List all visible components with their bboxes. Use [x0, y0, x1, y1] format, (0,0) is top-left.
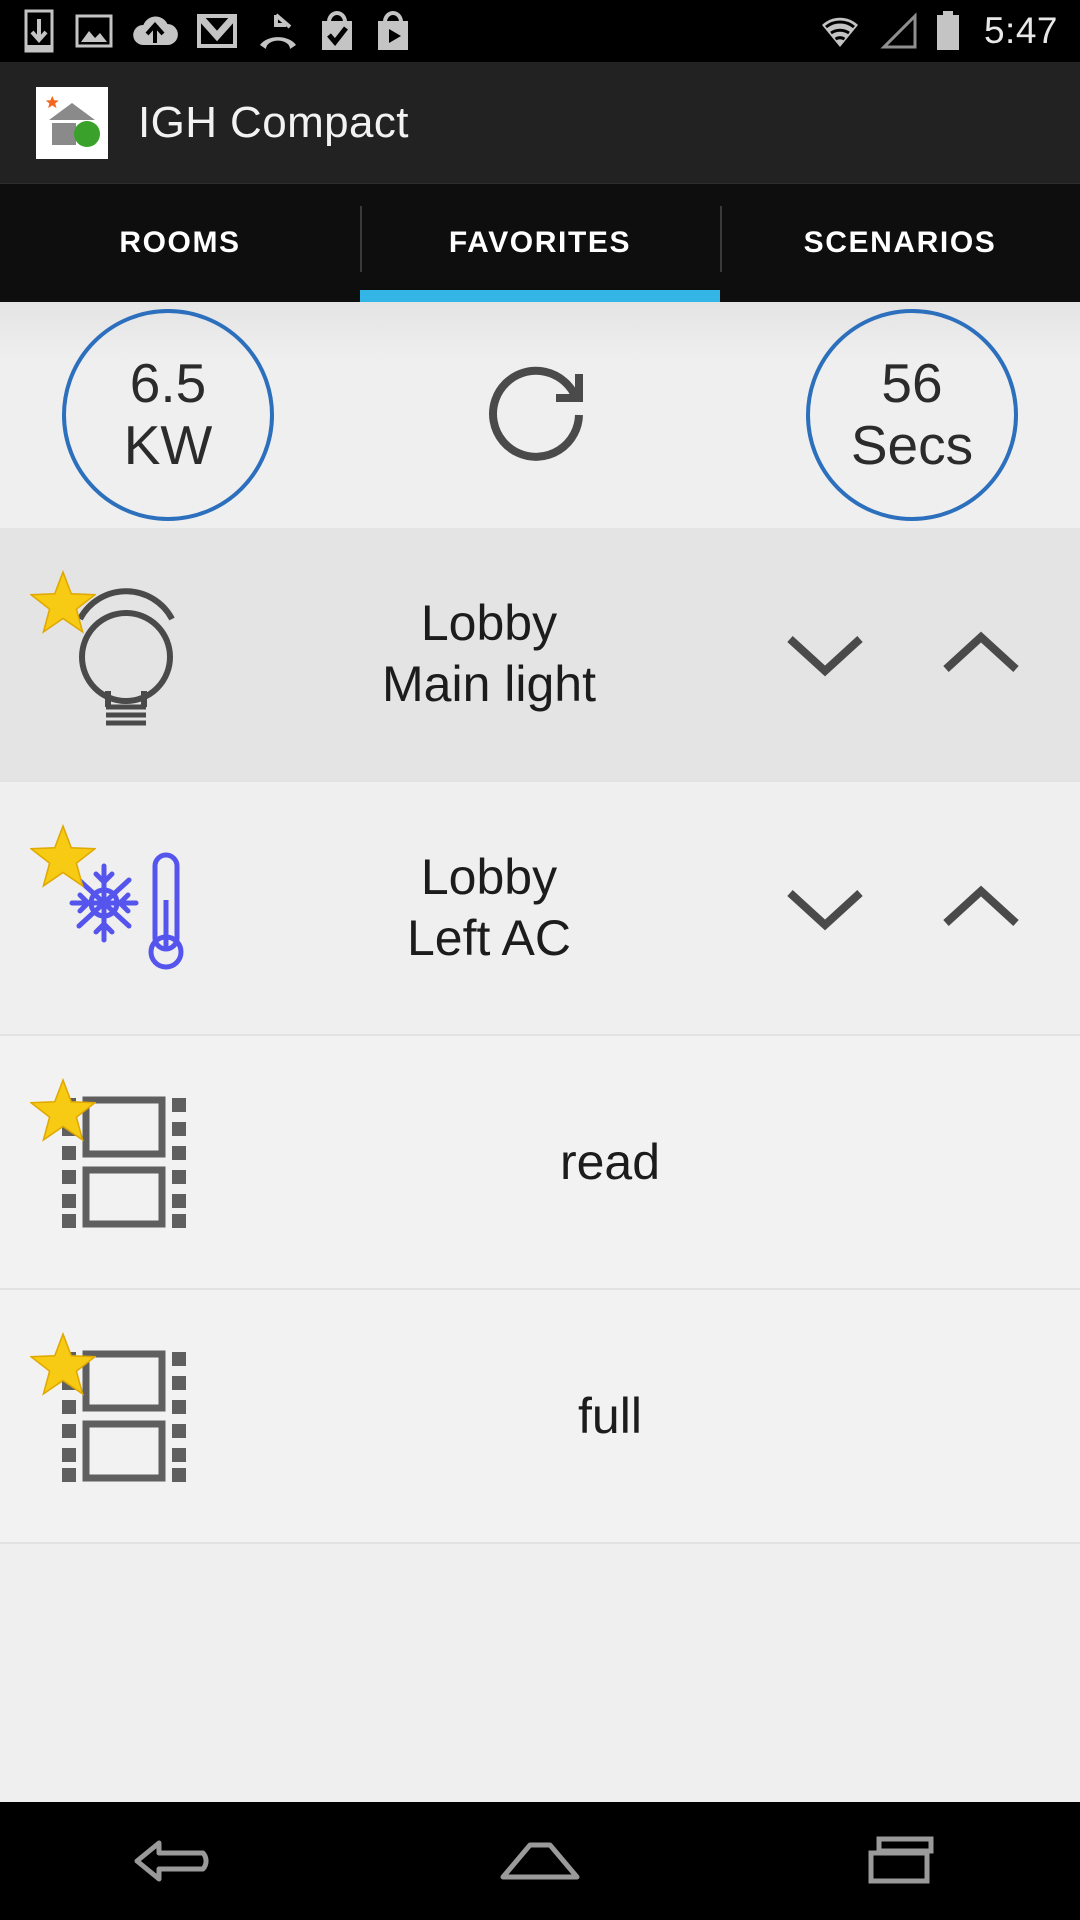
screenshot-image-icon — [75, 14, 113, 48]
energy-summary-panel: 6.5 KW 56 Secs — [0, 302, 1080, 528]
back-button[interactable] — [105, 1811, 255, 1911]
list-item-label-line1: full — [578, 1387, 642, 1444]
list-item-label: read — [226, 1132, 1024, 1193]
list-item-label: Lobby Main light — [226, 593, 782, 715]
tab-scenarios-label: SCENARIOS — [803, 226, 997, 259]
tab-favorites-label: FAVORITES — [448, 226, 632, 259]
home-button[interactable] — [465, 1811, 615, 1911]
temp-down-button[interactable] — [782, 877, 868, 939]
list-item[interactable]: Lobby Main light — [0, 528, 1080, 782]
chevron-up-icon — [943, 631, 1019, 672]
chevron-down-icon — [787, 890, 863, 931]
tab-favorites[interactable]: FAVORITES — [360, 184, 720, 302]
tab-bar: ROOMS FAVORITES SCENARIOS — [0, 184, 1080, 302]
phone-screen: 5:47 IGH Compact ROOMS FAVORITES SCENARI… — [0, 0, 1080, 1920]
dim-down-button[interactable] — [782, 623, 868, 685]
power-gauge[interactable]: 6.5 KW — [62, 309, 274, 521]
status-bar-system-icons: 5:47 — [816, 9, 1058, 53]
countdown-unit: Secs — [850, 414, 974, 476]
list-item-controls — [782, 877, 1054, 939]
page-title: IGH Compact — [138, 97, 409, 147]
status-bar: 5:47 — [0, 0, 1080, 62]
home-icon — [500, 1842, 580, 1880]
play-store-play-icon — [378, 11, 408, 50]
download-icon — [24, 9, 54, 53]
row-icon-area — [26, 1290, 226, 1542]
row-icon-area — [26, 1036, 226, 1288]
status-bar-clock: 5:47 — [983, 10, 1058, 51]
recents-icon — [868, 1836, 934, 1884]
favorite-star-icon[interactable] — [30, 1078, 96, 1144]
gmail-icon — [197, 14, 237, 48]
list-item-label: Lobby Left AC — [226, 847, 782, 969]
list-item[interactable]: Lobby Left AC — [0, 782, 1080, 1036]
row-icon-area — [26, 528, 226, 780]
action-bar: IGH Compact — [0, 62, 1080, 184]
countdown-value: 56 — [881, 352, 943, 415]
tab-rooms[interactable]: ROOMS — [0, 184, 360, 302]
temp-up-button[interactable] — [938, 877, 1024, 939]
status-bar-notification-icons — [22, 9, 412, 53]
recents-button[interactable] — [825, 1811, 975, 1911]
dim-up-button[interactable] — [938, 623, 1024, 685]
chevron-down-icon — [787, 636, 863, 677]
tab-rooms-label: ROOMS — [119, 226, 241, 259]
favorite-star-icon[interactable] — [30, 1332, 96, 1398]
favorite-star-icon[interactable] — [30, 824, 96, 890]
list-item-label-line1: Lobby — [420, 595, 558, 651]
power-value: 6.5 — [129, 352, 207, 415]
refresh-button[interactable] — [465, 340, 615, 490]
tab-scenarios-indicator — [720, 290, 1080, 302]
power-unit: KW — [123, 414, 213, 476]
battery-icon — [936, 11, 959, 50]
cloud-upload-icon — [133, 16, 178, 45]
list-item-label: full — [226, 1386, 1024, 1447]
tab-rooms-indicator — [0, 290, 360, 302]
list-item-label-line1: Lobby — [420, 849, 558, 905]
list-item[interactable]: read — [0, 1036, 1080, 1290]
tab-scenarios[interactable]: SCENARIOS — [720, 184, 1080, 302]
cellular-signal-icon — [880, 12, 917, 49]
back-arrow-icon — [134, 1840, 209, 1882]
list-item-label-line2: Left AC — [407, 910, 571, 966]
favorites-list[interactable]: Lobby Main light Lobby Left AC read full — [0, 528, 1080, 1802]
list-item-label-line1: read — [559, 1133, 661, 1190]
tab-favorites-indicator — [360, 290, 720, 302]
system-navigation-bar — [0, 1802, 1080, 1920]
wifi-icon — [821, 17, 858, 47]
igh-compact-app-icon — [36, 86, 108, 159]
favorite-star-icon[interactable] — [30, 570, 96, 636]
row-icon-area — [26, 782, 226, 1034]
chevron-up-icon — [943, 885, 1019, 926]
play-store-check-icon — [322, 11, 352, 50]
missed-call-icon — [260, 13, 296, 49]
countdown-gauge[interactable]: 56 Secs — [806, 309, 1018, 521]
list-item-controls — [782, 623, 1054, 685]
refresh-icon — [489, 366, 583, 461]
list-item[interactable]: full — [0, 1290, 1080, 1544]
list-item-label-line2: Main light — [382, 656, 596, 712]
